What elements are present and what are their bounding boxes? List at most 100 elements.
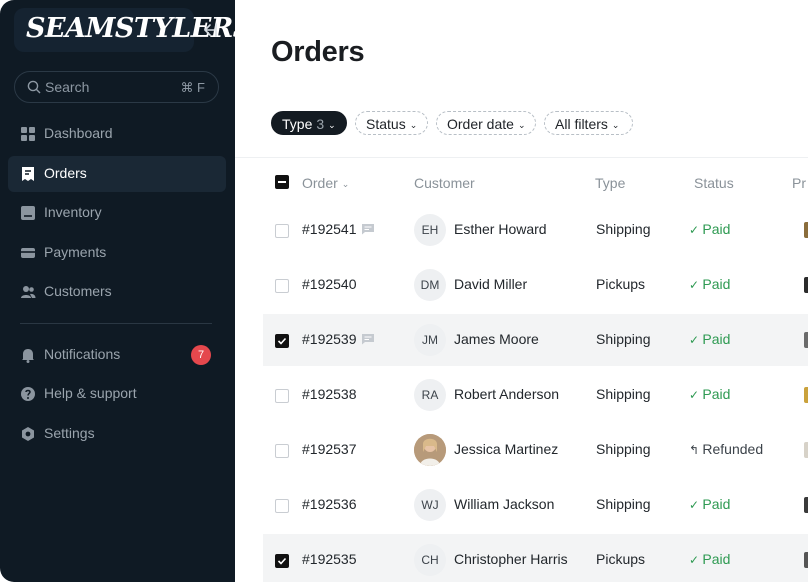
column-header-product[interactable]: Pr	[792, 175, 806, 191]
customer-name[interactable]: David Miller	[454, 276, 527, 292]
filter-type[interactable]: Type 3 ⌄	[271, 111, 347, 135]
product-thumbnail[interactable]	[800, 491, 808, 519]
inventory-icon	[21, 206, 35, 220]
note-icon[interactable]	[361, 333, 375, 345]
status-text: Paid	[702, 496, 731, 512]
row-checkbox[interactable]	[275, 389, 289, 403]
filter-all-label: All filters	[555, 116, 608, 132]
product-thumbnail[interactable]	[800, 216, 808, 244]
refund-icon: ↰	[689, 443, 703, 457]
search-icon	[27, 80, 41, 94]
table-row[interactable]: #192538 RA Robert Anderson Shipping ✓ Paid	[263, 369, 808, 421]
column-header-order[interactable]: Order ⌄	[302, 175, 349, 191]
grid-icon	[21, 127, 35, 141]
order-id[interactable]: #192541	[302, 221, 357, 237]
sidebar-item-orders[interactable]: Orders	[8, 156, 226, 192]
customer-name[interactable]: Jessica Martinez	[454, 441, 558, 457]
chevron-down-icon: ⌄	[341, 179, 350, 189]
chevron-down-icon: ⌄	[409, 120, 418, 130]
order-type: Shipping	[596, 441, 651, 457]
receipt-icon	[22, 167, 34, 181]
order-id[interactable]: #192539	[302, 331, 357, 347]
filter-status[interactable]: Status ⌄	[355, 111, 428, 135]
customer-name[interactable]: James Moore	[454, 331, 539, 347]
product-thumbnail[interactable]	[800, 381, 808, 409]
sidebar-item-label: Dashboard	[44, 125, 113, 141]
avatar: RA	[414, 379, 446, 411]
row-checkbox[interactable]	[275, 224, 289, 238]
check-icon: ✓	[689, 223, 703, 237]
order-id[interactable]: #192538	[302, 386, 357, 402]
sidebar-item-dashboard[interactable]: Dashboard	[8, 116, 226, 152]
filter-all[interactable]: All filters ⌄	[544, 111, 633, 135]
product-thumbnail[interactable]	[800, 546, 808, 574]
row-checkbox[interactable]	[275, 554, 289, 568]
sidebar-item-customers[interactable]: Customers	[8, 274, 226, 310]
order-id[interactable]: #192540	[302, 276, 357, 292]
status-badge: ✓ Paid	[689, 496, 730, 512]
sidebar-item-label: Settings	[44, 425, 95, 441]
avatar: EH	[414, 214, 446, 246]
column-header-type[interactable]: Type	[595, 175, 625, 191]
sidebar-divider	[20, 323, 212, 324]
table-row[interactable]: #192537 Jessica Martinez Shipping ↰ Refunde…	[263, 424, 808, 476]
row-checkbox[interactable]	[275, 499, 289, 513]
row-checkbox[interactable]	[275, 444, 289, 458]
order-type: Shipping	[596, 386, 651, 402]
notification-count-badge: 7	[191, 345, 211, 365]
sidebar-item-settings[interactable]: Settings	[8, 416, 226, 452]
search-shortcut: ⌘ F	[180, 80, 205, 95]
avatar: JM	[414, 324, 446, 356]
filter-order-date[interactable]: Order date ⌄	[436, 111, 536, 135]
bell-icon	[22, 349, 34, 363]
status-badge: ↰ Refunded	[689, 441, 763, 457]
users-icon	[21, 286, 36, 298]
sidebar-item-inventory[interactable]: Inventory	[8, 195, 226, 231]
sidebar-item-help[interactable]: Help & support	[8, 376, 226, 412]
column-header-customer[interactable]: Customer	[414, 175, 475, 191]
check-icon: ✓	[689, 278, 703, 292]
order-id[interactable]: #192536	[302, 496, 357, 512]
status-badge: ✓ Paid	[689, 276, 730, 292]
avatar: WJ	[414, 489, 446, 521]
customer-name[interactable]: Christopher Harris	[454, 551, 568, 567]
row-checkbox[interactable]	[275, 334, 289, 348]
table-row[interactable]: #192541 EH Esther Howard Shipping ✓ Paid	[263, 204, 808, 256]
customer-name[interactable]: Esther Howard	[454, 221, 547, 237]
status-badge: ✓ Paid	[689, 331, 730, 347]
search-input[interactable]: Search ⌘ F	[14, 71, 219, 103]
product-thumbnail[interactable]	[800, 271, 808, 299]
sidebar: SEAMSTYLERS Search ⌘ F Dashboard Orders …	[0, 0, 252, 582]
table-row[interactable]: #192539 JM James Moore Shipping ✓ Paid	[263, 314, 808, 366]
product-thumbnail[interactable]	[800, 436, 808, 464]
check-icon: ✓	[689, 498, 703, 512]
customer-name[interactable]: Robert Anderson	[454, 386, 559, 402]
order-id[interactable]: #192537	[302, 441, 357, 457]
chevron-down-icon: ⌄	[328, 120, 336, 130]
header-divider	[235, 157, 808, 158]
product-thumbnail[interactable]	[800, 326, 808, 354]
check-icon: ✓	[689, 333, 703, 347]
table-row[interactable]: #192535 CH Christopher Harris Pickups ✓ Paid	[263, 534, 808, 582]
select-all-checkbox[interactable]	[275, 175, 289, 189]
column-header-status[interactable]: Status	[694, 175, 734, 191]
sidebar-item-label: Payments	[44, 244, 107, 260]
chevron-down-icon: ⌄	[517, 120, 526, 130]
avatar: DM	[414, 269, 446, 301]
note-icon[interactable]	[361, 223, 375, 235]
order-type: Pickups	[596, 276, 646, 292]
status-text: Paid	[702, 551, 731, 567]
sidebar-item-payments[interactable]: Payments	[8, 235, 226, 271]
table-row[interactable]: #192540 DM David Miller Pickups ✓ Paid	[263, 259, 808, 311]
order-id[interactable]: #192535	[302, 551, 357, 567]
chevron-down-icon: ⌄	[611, 120, 620, 130]
customer-name[interactable]: William Jackson	[454, 496, 554, 512]
status-badge: ✓ Paid	[689, 386, 730, 402]
table-row[interactable]: #192536 WJ William Jackson Shipping ✓ Paid	[263, 479, 808, 531]
sidebar-item-label: Orders	[44, 165, 87, 181]
search-placeholder: Search	[45, 79, 90, 95]
page-title: Orders	[271, 36, 365, 68]
collapse-sidebar-icon[interactable]	[199, 20, 219, 40]
row-checkbox[interactable]	[275, 279, 289, 293]
check-icon: ✓	[689, 388, 703, 402]
